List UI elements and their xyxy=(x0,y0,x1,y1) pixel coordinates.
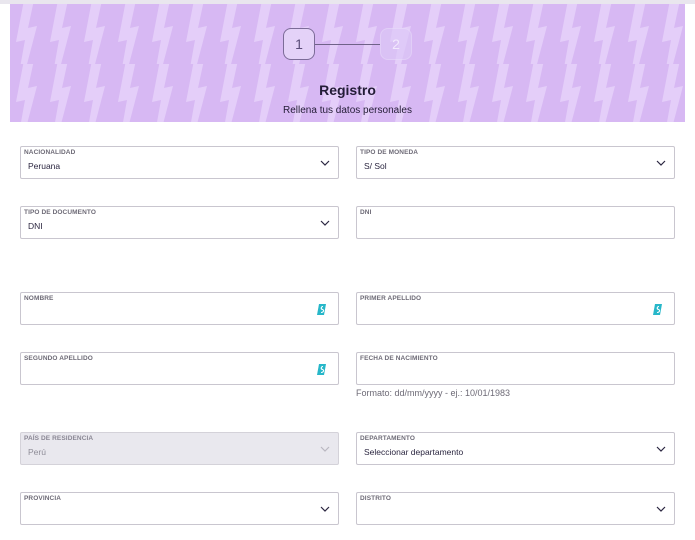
provincia-label: PROVINCIA xyxy=(24,495,62,502)
primer-apellido-label: PRIMER APELLIDO xyxy=(360,295,422,302)
nacionalidad-value: Peruana xyxy=(28,161,61,171)
chevron-down-icon xyxy=(656,446,666,452)
autofill-extension-icon[interactable] xyxy=(316,303,328,316)
dni-input[interactable]: DNI xyxy=(356,206,675,239)
departamento-label: DEPARTAMENTO xyxy=(360,435,416,442)
step-1-indicator[interactable]: 1 xyxy=(283,28,315,60)
chevron-down-icon xyxy=(320,160,330,166)
tipo-moneda-select[interactable]: TIPO DE MONEDA S/ Sol xyxy=(356,146,675,179)
distrito-label: DISTRITO xyxy=(360,495,392,502)
departamento-select[interactable]: DEPARTAMENTO Seleccionar departamento xyxy=(356,432,675,465)
segundo-apellido-label: SEGUNDO APELLIDO xyxy=(24,355,93,362)
chevron-down-icon xyxy=(320,506,330,512)
stepper-connector xyxy=(315,44,380,45)
pais-residencia-label: PAÍS DE RESIDENCIA xyxy=(24,435,94,442)
registration-header: 1 2 Registro Rellena tus datos personale… xyxy=(10,4,685,122)
fecha-nacimiento-input[interactable]: FECHA DE NACIMIENTO xyxy=(356,352,675,385)
step-2-indicator[interactable]: 2 xyxy=(380,28,412,60)
tipo-documento-label: TIPO DE DOCUMENTO xyxy=(24,209,97,216)
nacionalidad-label: NACIONALIDAD xyxy=(24,149,76,156)
provincia-select[interactable]: PROVINCIA xyxy=(20,492,339,525)
tipo-documento-select[interactable]: TIPO DE DOCUMENTO DNI xyxy=(20,206,339,239)
fecha-nacimiento-label: FECHA DE NACIMIENTO xyxy=(360,355,438,362)
nombre-input[interactable]: NOMBRE xyxy=(20,292,339,325)
pais-residencia-select: PAÍS DE RESIDENCIA Perú xyxy=(20,432,339,465)
tipo-moneda-label: TIPO DE MONEDA xyxy=(360,149,419,156)
autofill-extension-icon[interactable] xyxy=(652,303,664,316)
departamento-value: Seleccionar departamento xyxy=(364,447,464,457)
fecha-nacimiento-hint: Formato: dd/mm/yyyy - ej.: 10/01/1983 xyxy=(356,388,511,398)
primer-apellido-input[interactable]: PRIMER APELLIDO xyxy=(356,292,675,325)
chevron-down-icon xyxy=(320,220,330,226)
nacionalidad-select[interactable]: NACIONALIDAD Peruana xyxy=(20,146,339,179)
chevron-down-icon xyxy=(320,446,330,452)
pais-residencia-value: Perú xyxy=(28,447,46,457)
distrito-select[interactable]: DISTRITO xyxy=(356,492,675,525)
chevron-down-icon xyxy=(656,506,666,512)
autofill-extension-icon[interactable] xyxy=(316,363,328,376)
nombre-label: NOMBRE xyxy=(24,295,54,302)
segundo-apellido-input[interactable]: SEGUNDO APELLIDO xyxy=(20,352,339,385)
dni-label: DNI xyxy=(360,209,372,216)
chevron-down-icon xyxy=(656,160,666,166)
page-subtitle: Rellena tus datos personales xyxy=(283,105,412,116)
tipo-moneda-value: S/ Sol xyxy=(364,161,387,171)
tipo-documento-value: DNI xyxy=(28,221,43,231)
page-title: Registro xyxy=(319,82,376,98)
